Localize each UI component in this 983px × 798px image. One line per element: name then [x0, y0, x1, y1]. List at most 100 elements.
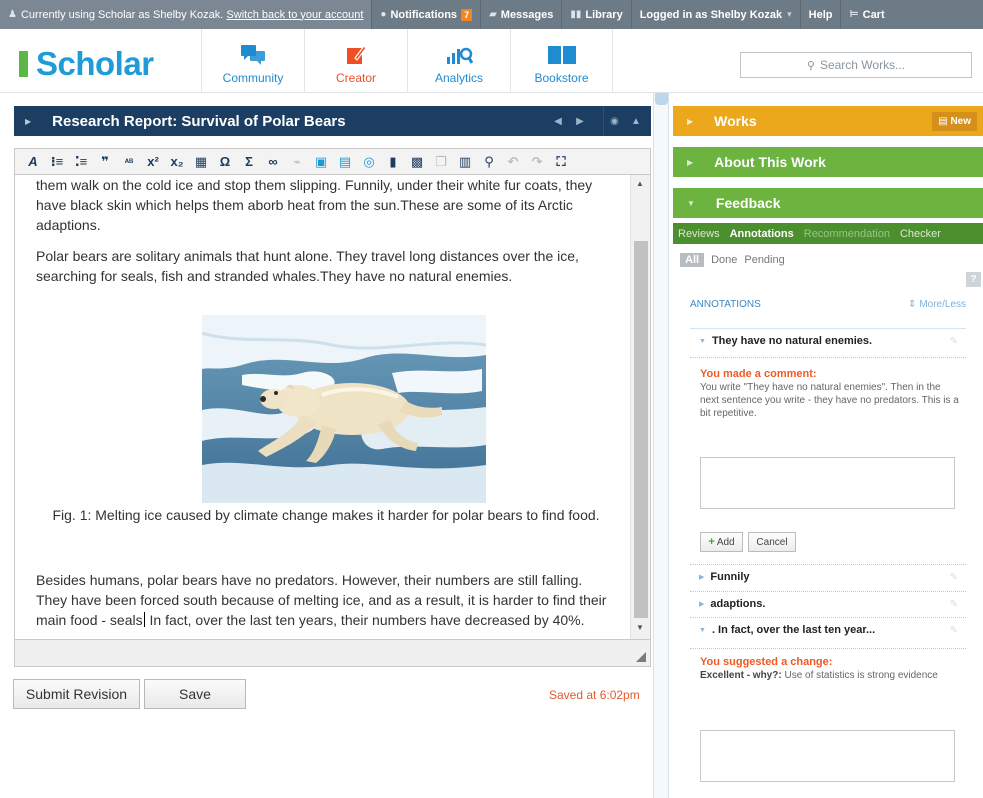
cart-label: Cart: [862, 8, 885, 21]
insert-video-icon[interactable]: ◎: [359, 151, 379, 173]
document-editor-area[interactable]: them walk on the cold ice and stop them …: [14, 174, 651, 640]
more-less-label: More/Less: [919, 299, 966, 310]
annotation-item[interactable]: ▼ . In fact, over the last ten year... ✎: [690, 624, 966, 636]
annotations-heading: ANNOTATIONS: [690, 299, 761, 310]
annotation-title: Funnily: [710, 571, 750, 583]
plus-icon: +: [708, 536, 715, 548]
analytics-icon: [445, 42, 473, 68]
save-button[interactable]: Save: [144, 679, 246, 709]
paragraph-adaptions[interactable]: them walk on the cold ice and stop them …: [36, 175, 616, 235]
new-work-button[interactable]: ▤ New: [932, 112, 977, 131]
book-icon: [547, 42, 577, 68]
add-annotation-button[interactable]: + Add: [700, 532, 743, 552]
link-icon[interactable]: ∞: [263, 151, 283, 173]
blockquote-icon[interactable]: ❞: [95, 151, 115, 173]
scroll-down-icon[interactable]: ▼: [636, 623, 644, 632]
lock-icon[interactable]: ▲: [625, 106, 647, 136]
spellcheck-icon[interactable]: ᴬᴮ: [119, 151, 139, 173]
library-menu[interactable]: ▮▮ Library: [561, 0, 630, 29]
insert-image-icon[interactable]: ▣: [311, 151, 331, 173]
about-panel-header[interactable]: ▶ About This Work: [673, 147, 983, 177]
works-panel-header[interactable]: ▶ Works ▤ New: [673, 106, 983, 136]
bullet-list-icon[interactable]: ⁚≡: [71, 151, 91, 173]
chevron-right-icon[interactable]: ▶: [572, 106, 588, 136]
subscript-icon[interactable]: x₂: [167, 151, 187, 173]
paragraph-predators-text-b[interactable]: In fact, over the last ten years, their …: [146, 612, 584, 628]
expand-arrow-icon: ▶: [687, 157, 694, 167]
annotation-item[interactable]: ▶ Funnily ✎: [690, 571, 966, 583]
undo-icon[interactable]: ↶: [503, 151, 523, 173]
paragraph-predators[interactable]: Besides humans, polar bears have no pred…: [36, 570, 616, 630]
filter-done[interactable]: Done: [711, 254, 737, 266]
bookmark-icon[interactable]: ▮: [383, 151, 403, 173]
scholar-logo[interactable]: Scholar: [19, 47, 154, 80]
nav-community[interactable]: Community: [201, 29, 304, 93]
help-icon[interactable]: ?: [966, 272, 981, 287]
eye-icon[interactable]: ◉: [603, 106, 625, 136]
add-label: Add: [716, 536, 735, 548]
scroll-up-icon[interactable]: ▲: [636, 179, 644, 188]
redo-icon[interactable]: ↷: [527, 151, 547, 173]
insert-media-icon[interactable]: ▤: [335, 151, 355, 173]
nav-analytics[interactable]: Analytics: [407, 29, 510, 93]
paste-text-icon[interactable]: ▥: [455, 151, 475, 173]
account-menu[interactable]: Logged in as Shelby Kozak ▾: [630, 0, 800, 29]
edit-icon[interactable]: ✎: [950, 599, 958, 610]
cart-link[interactable]: ⊨ Cart: [840, 0, 892, 29]
filter-pending[interactable]: Pending: [744, 254, 784, 266]
copy-icon[interactable]: ❐: [431, 151, 451, 173]
help-link[interactable]: Help: [799, 0, 841, 29]
nav-bookstore[interactable]: Bookstore: [510, 29, 613, 93]
font-style-icon[interactable]: A: [23, 151, 43, 173]
chevron-left-icon[interactable]: ◀: [550, 106, 566, 136]
notifications-menu[interactable]: ● Notifications 7: [371, 0, 480, 29]
tab-annotations[interactable]: Annotations: [725, 223, 799, 244]
top-utility-bar: ♟ Currently using Scholar as Shelby Koza…: [0, 0, 983, 29]
tab-recommendation[interactable]: Recommendation: [799, 223, 895, 244]
more-less-toggle[interactable]: ⇕ More/Less: [908, 299, 966, 310]
unlink-icon[interactable]: ⌁: [287, 151, 307, 173]
annotation-item[interactable]: ▶ adaptions. ✎: [690, 598, 966, 610]
nav-community-label: Community: [222, 71, 284, 85]
special-character-icon[interactable]: Ω: [215, 151, 235, 173]
tab-reviews[interactable]: Reviews: [673, 223, 725, 244]
feedback-label: Feedback: [715, 195, 781, 211]
superscript-icon[interactable]: x²: [143, 151, 163, 173]
switch-back-link[interactable]: Switch back to your account: [226, 9, 363, 21]
resize-grip-icon[interactable]: [636, 652, 646, 662]
editor-scrollbar[interactable]: ▲ ▼: [630, 175, 650, 639]
messages-menu[interactable]: ▰ Messages: [480, 0, 561, 29]
reply-textarea[interactable]: [700, 730, 955, 782]
filter-all[interactable]: All: [680, 253, 705, 267]
polar-bear-image[interactable]: [202, 315, 486, 503]
annotations-header: ANNOTATIONS ⇕ More/Less: [690, 299, 966, 310]
collapse-arrow-icon[interactable]: ▶: [25, 117, 31, 126]
find-icon[interactable]: ⚲: [479, 151, 499, 173]
nav-bookstore-label: Bookstore: [534, 71, 589, 85]
fullscreen-icon[interactable]: ⛶: [551, 151, 571, 173]
annotation-item[interactable]: ▼ They have no natural enemies. ✎: [690, 335, 966, 347]
numbered-list-icon[interactable]: ⁝≡: [47, 151, 67, 173]
table-icon[interactable]: ▦: [191, 151, 211, 173]
cancel-button[interactable]: Cancel: [748, 532, 796, 552]
equation-icon[interactable]: Σ: [239, 151, 259, 173]
edit-icon[interactable]: ✎: [950, 336, 958, 347]
scroll-thumb[interactable]: [634, 241, 648, 618]
document-content[interactable]: them walk on the cold ice and stop them …: [36, 175, 616, 628]
edit-icon[interactable]: ✎: [950, 625, 958, 636]
nav-creator[interactable]: Creator: [304, 29, 407, 93]
submit-revision-button[interactable]: Submit Revision: [13, 679, 140, 709]
search-works-input[interactable]: ⚲ Search Works...: [740, 52, 972, 78]
edit-icon[interactable]: ✎: [950, 572, 958, 583]
search-placeholder: Search Works...: [819, 58, 906, 72]
feedback-panel-header[interactable]: ▼ Feedback: [673, 188, 983, 218]
pencil-icon: [346, 42, 366, 68]
paragraph-solitary[interactable]: Polar bears are solitary animals that hu…: [36, 246, 616, 286]
expand-arrow-icon: ▶: [699, 601, 705, 608]
tab-checker[interactable]: Checker: [895, 223, 946, 244]
panel-splitter[interactable]: [653, 93, 669, 798]
reply-textarea[interactable]: [700, 457, 955, 509]
figure-caption[interactable]: Fig. 1: Melting ice caused by climate ch…: [36, 505, 616, 525]
paste-word-icon[interactable]: ▩: [407, 151, 427, 173]
splitter-handle[interactable]: [655, 93, 668, 105]
